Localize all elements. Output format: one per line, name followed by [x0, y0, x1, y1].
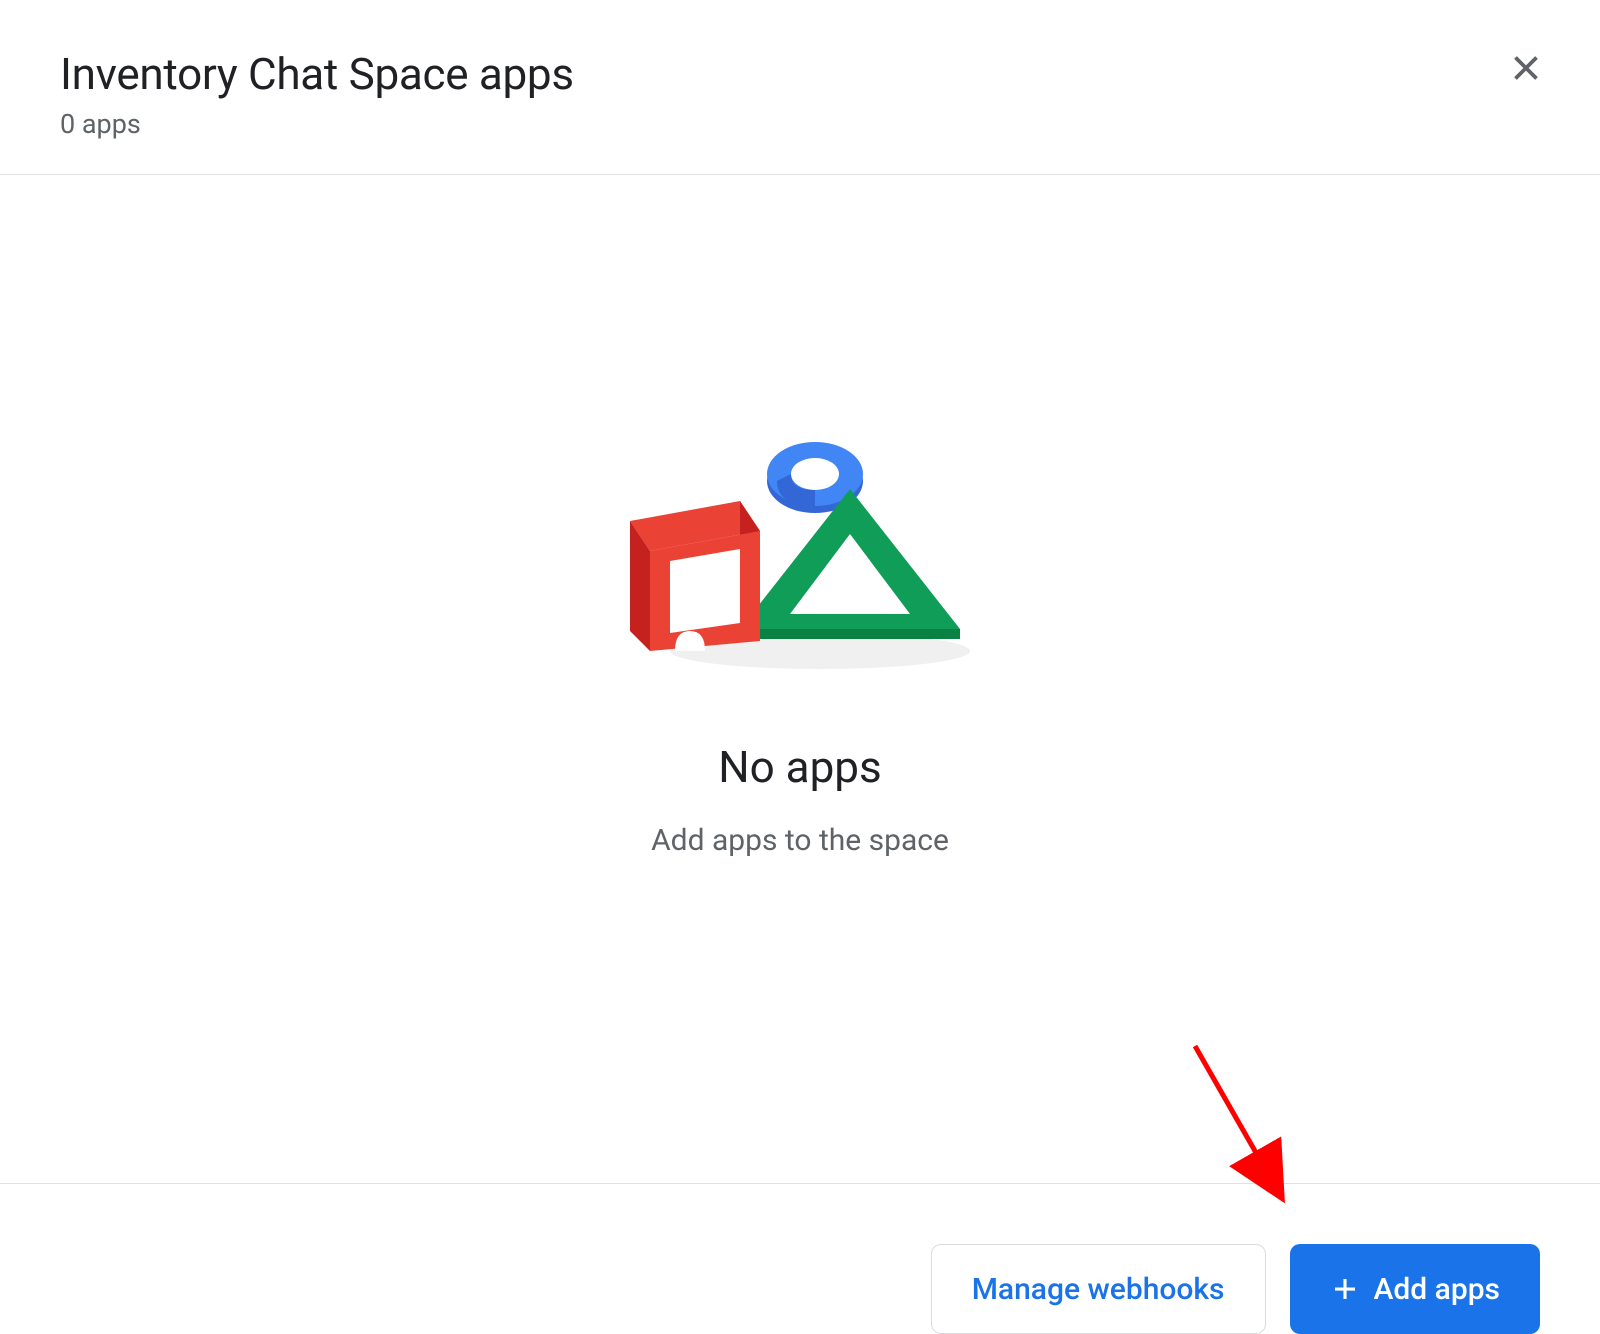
- add-apps-button[interactable]: Add apps: [1290, 1244, 1541, 1334]
- dialog-footer: Manage webhooks Add apps: [0, 1184, 1600, 1334]
- space-apps-dialog: Inventory Chat Space apps 0 apps: [0, 0, 1600, 1334]
- plus-icon: [1330, 1274, 1360, 1304]
- close-button[interactable]: [1498, 40, 1554, 96]
- empty-state-subtitle: Add apps to the space: [651, 823, 949, 858]
- dialog-title: Inventory Chat Space apps: [60, 48, 1540, 100]
- manage-webhooks-button[interactable]: Manage webhooks: [931, 1244, 1266, 1334]
- empty-state-illustration: [610, 421, 990, 681]
- close-icon: [1508, 50, 1544, 86]
- add-apps-label: Add apps: [1374, 1272, 1501, 1307]
- dialog-subtitle: 0 apps: [60, 108, 1540, 140]
- empty-state-title: No apps: [718, 741, 881, 793]
- dialog-content: No apps Add apps to the space: [0, 175, 1600, 1184]
- dialog-header: Inventory Chat Space apps 0 apps: [0, 0, 1600, 175]
- manage-webhooks-label: Manage webhooks: [972, 1272, 1225, 1307]
